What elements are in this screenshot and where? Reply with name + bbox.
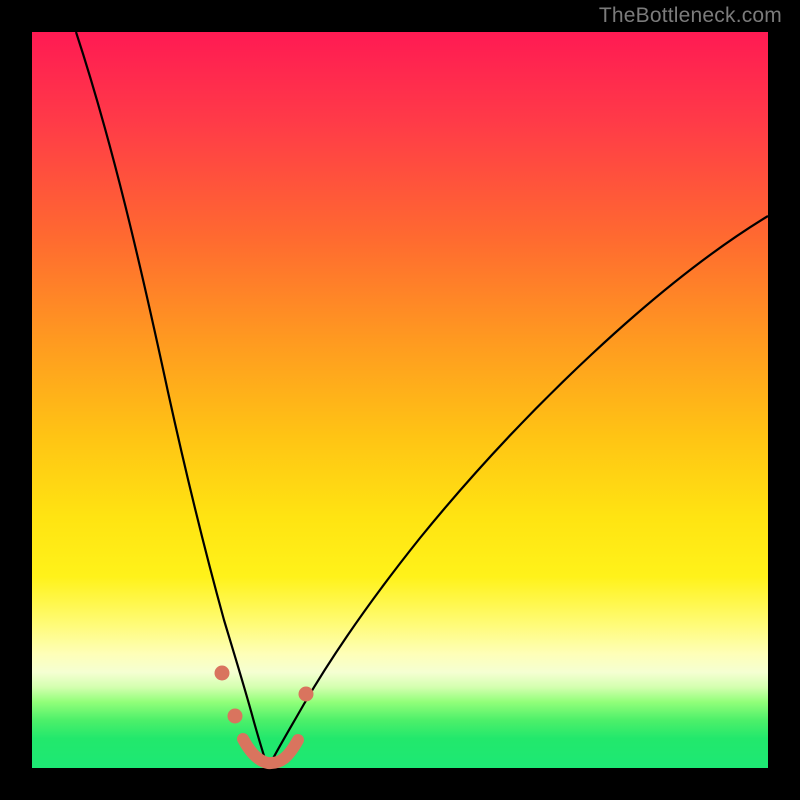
bottleneck-curve-left [76, 32, 268, 768]
watermark-text: TheBottleneck.com [599, 4, 782, 28]
outer-frame: TheBottleneck.com [0, 0, 800, 800]
salmon-dot-left-lower [228, 709, 243, 724]
chart-overlay [32, 32, 768, 768]
salmon-dot-left-upper [215, 666, 230, 681]
salmon-dot-right [299, 687, 314, 702]
bottleneck-curve-right [268, 216, 768, 768]
salmon-trough-segment [243, 739, 298, 763]
